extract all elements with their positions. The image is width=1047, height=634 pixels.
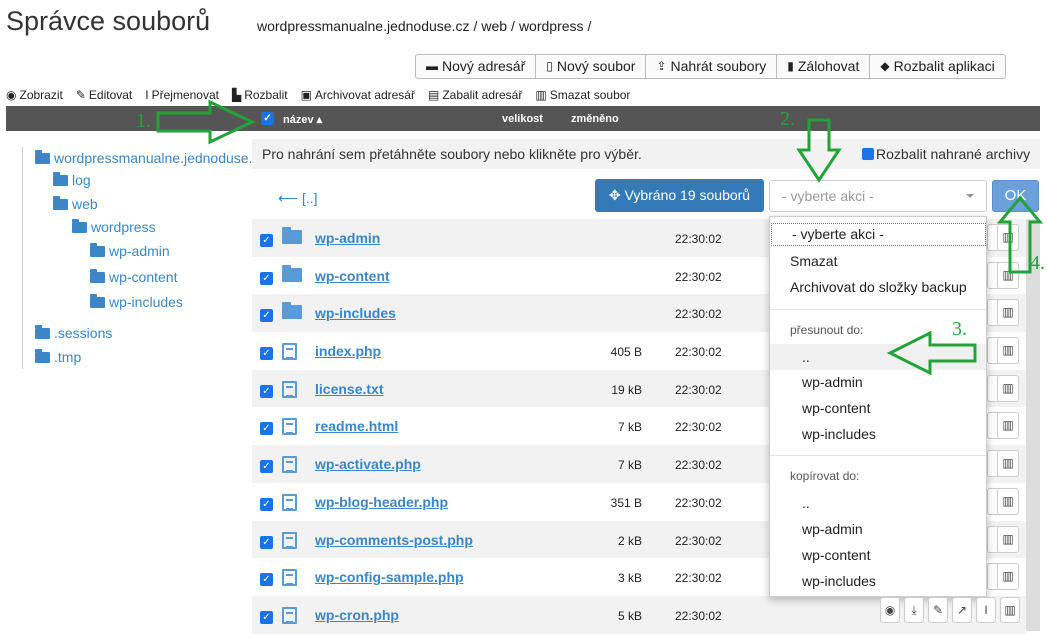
annotation-step-1: 1. [136,110,151,132]
annotation-step-2: 2. [780,108,795,130]
annotation-step-4: 4. [1030,252,1045,274]
annotation-arrow-right-icon [156,99,256,145]
annotation-step-3: 3. [952,318,967,340]
annotation-arrow-down-icon [796,118,842,183]
annotation-overlay [156,99,1044,376]
